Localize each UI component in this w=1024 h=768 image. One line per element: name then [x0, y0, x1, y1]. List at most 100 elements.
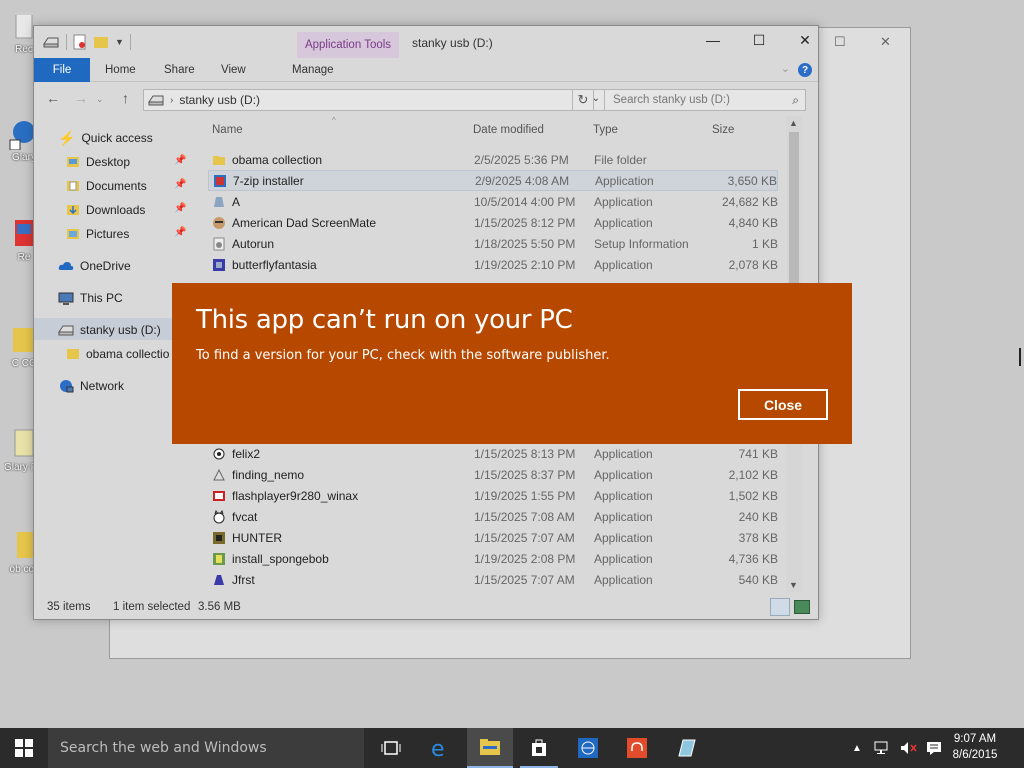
table-row[interactable]: install_spongebob 1/19/2025 2:08 PM Appl…: [208, 548, 778, 569]
column-header-name[interactable]: Name: [212, 124, 243, 136]
file-name: butterflyfantasia: [232, 257, 317, 272]
table-row-selected[interactable]: 7-zip installer 2/9/2025 4:08 AM Applica…: [208, 170, 778, 191]
file-size: 4,736 KB: [728, 551, 778, 566]
nav-item-onedrive[interactable]: OneDrive: [58, 256, 131, 276]
taskbar-app[interactable]: [663, 728, 709, 768]
close-icon[interactable]: ✕: [880, 34, 891, 50]
file-size: 1 KB: [751, 236, 778, 251]
table-row[interactable]: HUNTER 1/15/2025 7:07 AM Application 378…: [208, 527, 778, 548]
expand-ribbon-icon[interactable]: ⌄: [781, 62, 790, 75]
breadcrumb-chevron-icon: ›: [170, 94, 174, 106]
large-icons-view-button[interactable]: [794, 600, 810, 614]
help-icon[interactable]: ?: [798, 63, 812, 77]
table-row[interactable]: American Dad ScreenMate 1/15/2025 8:12 P…: [208, 212, 778, 233]
tab-view[interactable]: View: [221, 58, 246, 82]
taskbar-search-box[interactable]: Search the web and Windows: [48, 728, 364, 768]
taskbar-file-explorer[interactable]: [467, 728, 513, 768]
maximize-button[interactable]: ☐: [736, 26, 782, 54]
taskbar-music[interactable]: [614, 728, 660, 768]
column-header-type[interactable]: Type: [593, 124, 618, 136]
nav-item-stanky-usb[interactable]: stanky usb (D:): [58, 320, 161, 340]
dialog-title: This app can’t run on your PC: [196, 305, 573, 335]
recent-locations-icon[interactable]: ⌄: [96, 94, 104, 105]
close-button[interactable]: Close: [738, 389, 828, 420]
documents-folder-icon: [67, 181, 79, 191]
app-icon: [214, 196, 224, 207]
flash-player-icon: [213, 490, 225, 501]
table-row[interactable]: Jfrst 1/15/2025 7:07 AM Application 540 …: [208, 569, 778, 590]
drive-icon[interactable]: [42, 35, 60, 49]
nav-item-obama-collection[interactable]: obama collectio: [66, 344, 169, 364]
task-view-button[interactable]: [368, 728, 414, 768]
tab-manage[interactable]: Manage: [292, 58, 334, 82]
search-placeholder: Search stanky usb (D:): [613, 94, 730, 106]
details-view-button[interactable]: [770, 598, 790, 616]
breadcrumb-current[interactable]: stanky usb (D:): [179, 93, 260, 107]
forward-arrow-icon[interactable]: →: [74, 90, 88, 106]
taskbar: Search the web and Windows e ▲ 9:07 AM 8…: [0, 728, 1024, 768]
status-bar: 35 items 1 item selected 3.56 MB: [34, 595, 818, 619]
computer-icon: [58, 292, 74, 305]
file-type: Setup Information: [594, 236, 689, 251]
taskbar-edge[interactable]: e: [418, 728, 464, 768]
nav-item-quick-access[interactable]: ⚡ Quick access: [58, 128, 153, 148]
nav-item-network[interactable]: Network: [58, 376, 124, 396]
table-row[interactable]: flashplayer9r280_winax 1/19/2025 1:55 PM…: [208, 485, 778, 506]
close-window-button[interactable]: ✕: [782, 26, 828, 54]
file-date: 2/5/2025 5:36 PM: [474, 152, 569, 167]
network-status-icon[interactable]: [874, 741, 892, 755]
scroll-down-icon[interactable]: ▼: [789, 580, 798, 590]
tab-file[interactable]: File: [34, 58, 90, 82]
table-row[interactable]: obama collection 2/5/2025 5:36 PM File f…: [208, 149, 778, 170]
new-folder-icon[interactable]: [93, 35, 109, 49]
file-name: obama collection: [232, 152, 323, 167]
file-date: 1/15/2025 7:08 AM: [474, 509, 575, 524]
table-row[interactable]: finding_nemo 1/15/2025 8:37 PM Applicati…: [208, 464, 778, 485]
address-bar[interactable]: › stanky usb (D:) ⌄: [143, 89, 607, 111]
file-type: Application: [594, 572, 653, 587]
table-row[interactable]: Autorun 1/18/2025 5:50 PM Setup Informat…: [208, 233, 778, 254]
show-hidden-icons-icon[interactable]: ▲: [852, 743, 862, 754]
taskbar-browser[interactable]: [565, 728, 611, 768]
table-row[interactable]: butterflyfantasia 1/19/2025 2:10 PM Appl…: [208, 254, 778, 275]
taskbar-clock[interactable]: 9:07 AM 8/6/2015: [944, 731, 1006, 763]
store-icon: [532, 739, 546, 756]
table-row[interactable]: A 10/5/2014 4:00 PM Application 24,682 K…: [208, 191, 778, 212]
globe-icon: [578, 738, 598, 758]
up-arrow-icon[interactable]: ↑: [122, 90, 129, 106]
selection-count: 1 item selected: [113, 601, 191, 613]
file-date: 10/5/2014 4:00 PM: [474, 194, 576, 209]
refresh-icon: ↻: [577, 92, 589, 107]
tab-share[interactable]: Share: [164, 58, 195, 82]
file-size: 24,682 KB: [721, 194, 778, 209]
column-header-date-modified[interactable]: Date modified: [473, 124, 544, 136]
properties-icon[interactable]: [73, 34, 87, 50]
start-button[interactable]: [0, 728, 48, 768]
table-row[interactable]: felix2 1/15/2025 8:13 PM Application 741…: [208, 443, 778, 464]
tab-home[interactable]: Home: [105, 58, 136, 82]
nemo-icon: [213, 468, 225, 480]
column-header-size[interactable]: Size: [712, 124, 734, 136]
refresh-button[interactable]: ↻: [572, 89, 594, 111]
nav-item-this-pc[interactable]: This PC: [58, 288, 123, 308]
file-name: A: [232, 194, 241, 209]
search-input[interactable]: Search stanky usb (D:) ⌕: [604, 89, 806, 111]
file-name: Autorun: [232, 236, 275, 251]
maximize-icon[interactable]: ☐: [834, 34, 846, 50]
action-center-icon[interactable]: [926, 741, 942, 755]
customize-toolbar-dropdown-icon[interactable]: ▼: [115, 37, 124, 47]
file-type: Application: [594, 446, 653, 461]
back-arrow-icon[interactable]: ←: [46, 90, 60, 106]
nav-item-label: Network: [80, 379, 125, 393]
butterfly-icon: [213, 258, 225, 271]
table-row[interactable]: fvcat 1/15/2025 7:08 AM Application 240 …: [208, 506, 778, 527]
taskbar-store[interactable]: [516, 728, 562, 768]
svg-text:e: e: [431, 737, 445, 759]
file-date: 2/9/2025 4:08 AM: [475, 173, 570, 188]
volume-muted-icon[interactable]: [900, 741, 918, 755]
scrollbar-thumb[interactable]: [789, 132, 799, 292]
file-date: 1/15/2025 7:07 AM: [474, 572, 575, 587]
scroll-up-icon[interactable]: ▲: [789, 118, 798, 128]
drive-icon: [148, 95, 164, 106]
minimize-button[interactable]: —: [690, 26, 736, 54]
